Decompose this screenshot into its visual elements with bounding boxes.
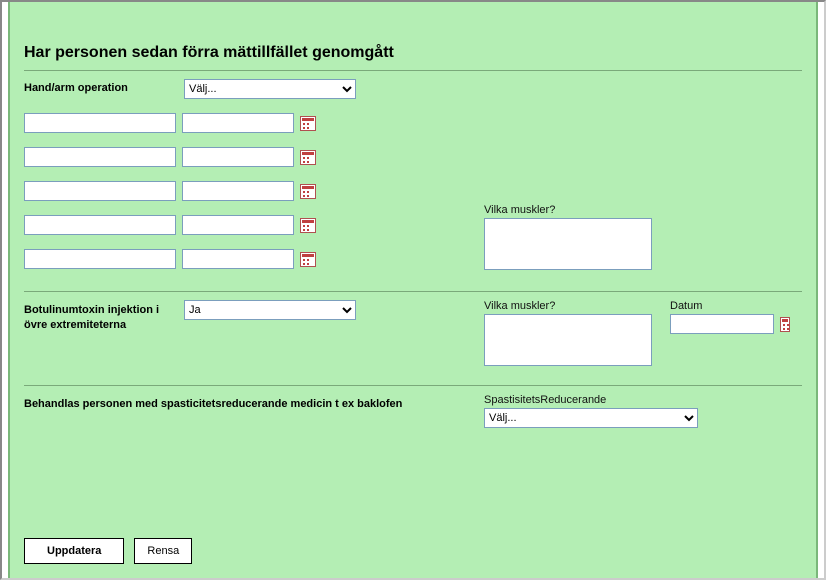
divider xyxy=(24,291,802,292)
update-button[interactable]: Uppdatera xyxy=(24,538,124,564)
operation-row xyxy=(24,249,802,269)
botox-date-label: Datum xyxy=(670,300,790,312)
spast-select[interactable]: Välj... xyxy=(484,408,698,428)
calendar-icon[interactable] xyxy=(300,218,316,233)
operation-row xyxy=(24,113,802,133)
operation-field-b[interactable] xyxy=(182,249,294,269)
page-heading: Har personen sedan förra mättillfället g… xyxy=(24,44,802,62)
spast-label: Behandlas personen med spasticitetsreduc… xyxy=(24,394,484,412)
hand-arm-select[interactable]: Välj... xyxy=(184,79,356,99)
botox-date-input[interactable] xyxy=(670,314,774,334)
divider xyxy=(24,70,802,71)
calendar-icon[interactable] xyxy=(300,252,316,267)
calendar-icon[interactable] xyxy=(300,184,316,199)
operation-row xyxy=(24,181,802,201)
operation-field-a[interactable] xyxy=(24,249,176,269)
calendar-icon[interactable] xyxy=(300,116,316,131)
spast-row: Behandlas personen med spasticitetsreduc… xyxy=(24,394,802,428)
clear-button[interactable]: Rensa xyxy=(134,538,192,564)
operation-field-a[interactable] xyxy=(24,181,176,201)
operation-field-a[interactable] xyxy=(24,113,176,133)
hand-arm-row: Hand/arm operation Välj... xyxy=(24,79,802,99)
operation-row xyxy=(24,215,802,235)
spast-select-label: SpastisitetsReducerande xyxy=(484,394,698,406)
botox-row: Botulinumtoxin injektion i övre extremit… xyxy=(24,300,802,369)
botox-label: Botulinumtoxin injektion i övre extremit… xyxy=(24,300,184,333)
botox-select[interactable]: Ja xyxy=(184,300,356,320)
muscles-textarea[interactable] xyxy=(484,218,652,270)
button-bar: Uppdatera Rensa xyxy=(24,538,192,564)
muscles-label: Vilka muskler? xyxy=(484,204,652,216)
botox-muscles-textarea[interactable] xyxy=(484,314,652,366)
window-frame: Har personen sedan förra mättillfället g… xyxy=(0,0,826,580)
botox-muscles-label: Vilka muskler? xyxy=(484,300,654,312)
calendar-icon[interactable] xyxy=(300,150,316,165)
operation-field-b[interactable] xyxy=(182,215,294,235)
operation-row xyxy=(24,147,802,167)
operation-field-a[interactable] xyxy=(24,147,176,167)
operation-field-b[interactable] xyxy=(182,181,294,201)
calendar-icon[interactable] xyxy=(780,317,790,332)
operation-field-a[interactable] xyxy=(24,215,176,235)
divider xyxy=(24,385,802,386)
operation-field-b[interactable] xyxy=(182,147,294,167)
operation-field-b[interactable] xyxy=(182,113,294,133)
hand-arm-label: Hand/arm operation xyxy=(24,79,184,94)
form-panel: Har personen sedan förra mättillfället g… xyxy=(8,2,818,578)
